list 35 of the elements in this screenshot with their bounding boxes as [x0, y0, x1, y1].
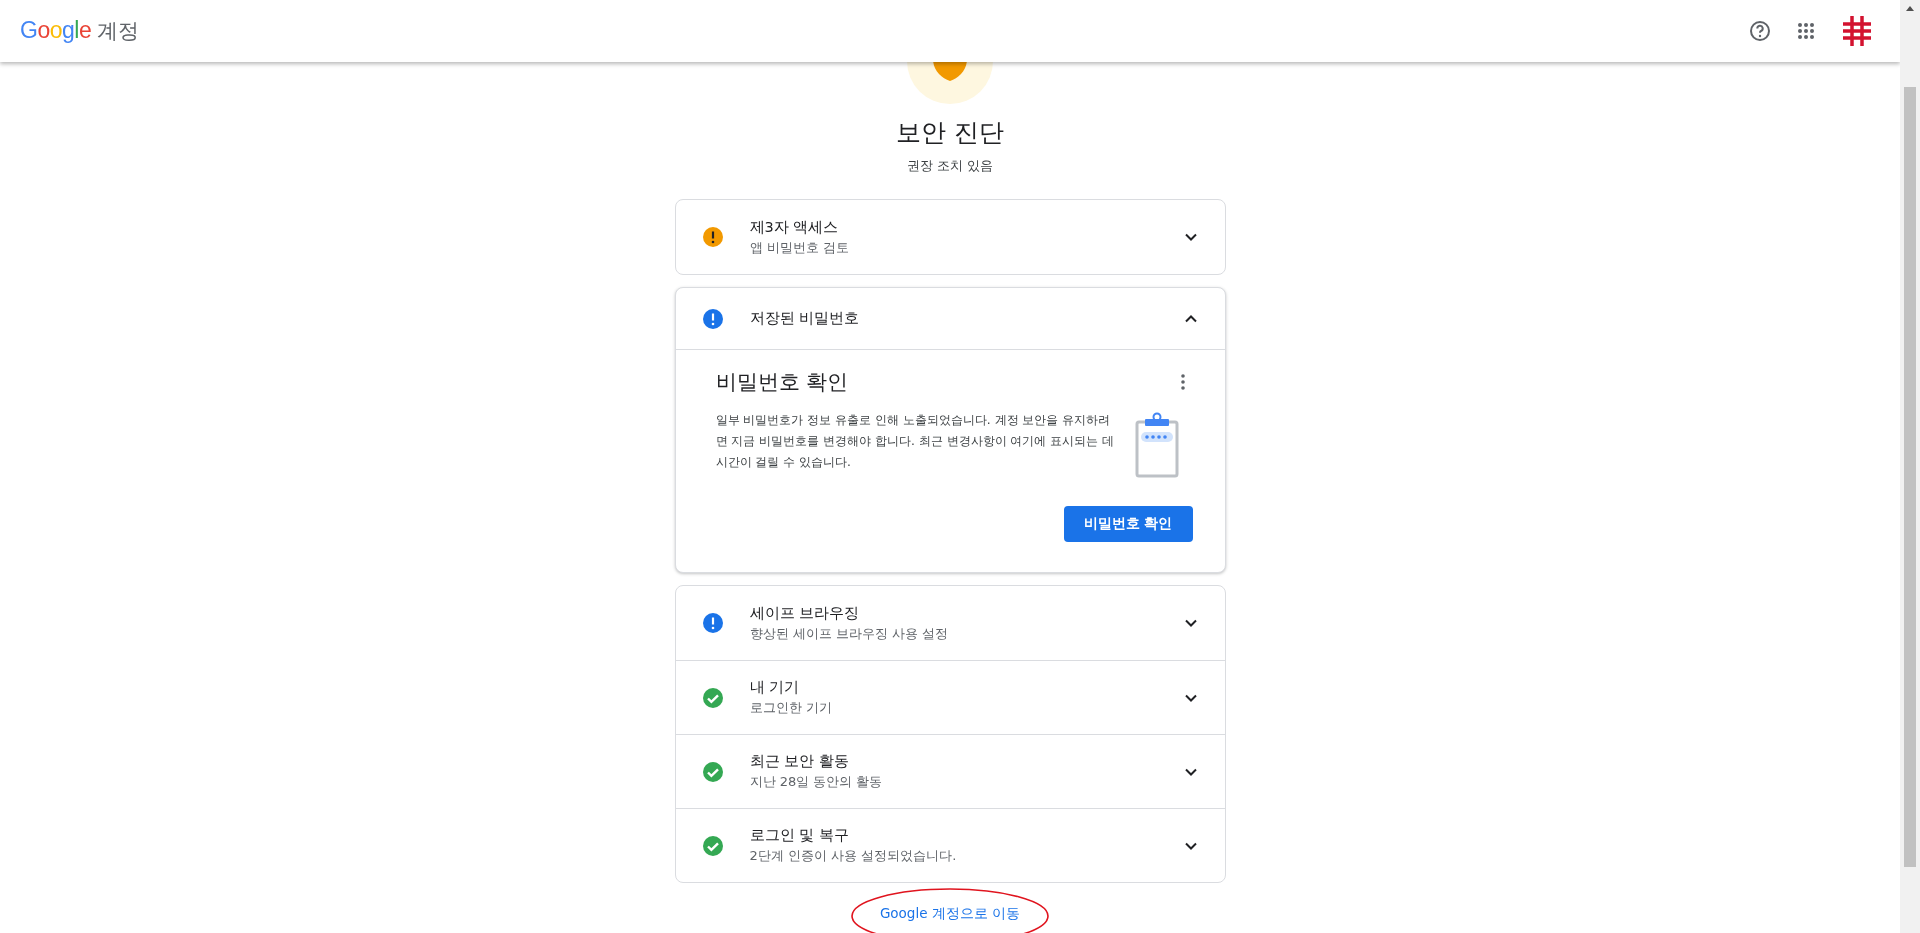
check-icon: [701, 686, 724, 709]
check-passwords-button[interactable]: 비밀번호 확인: [1063, 506, 1193, 542]
section-row[interactable]: 내 기기 로그인한 기기: [675, 660, 1225, 734]
scrollbar-thumb[interactable]: [1904, 87, 1916, 867]
detail-title: 비밀번호 확인: [715, 369, 849, 396]
section-row[interactable]: 로그인 및 복구 2단계 인증이 사용 설정되었습니다.: [675, 808, 1225, 882]
check-icon: [701, 760, 724, 783]
check-icon: [701, 834, 724, 857]
detail-description: 일부 비밀번호가 정보 유출로 인해 노출되었습니다. 계정 보안을 유지하려면 지금 비밀번호를 변경해야 합니다. 최근 변경사항이 여기에 표시되는 데 시간이 걸릴 수 있습니다.: [715, 412, 1116, 471]
section-row[interactable]: 제3자 액세스 앱 비밀번호 검토: [675, 200, 1225, 274]
google-logo[interactable]: Google: [20, 17, 92, 44]
shield-icon: [930, 62, 970, 82]
section-row[interactable]: 세이프 브라우징 향상된 세이프 브라우징 사용 설정: [675, 586, 1225, 660]
warning-icon: [701, 226, 724, 248]
row-subtitle: 앱 비밀번호 검토: [749, 238, 850, 257]
row-subtitle: 지난 28일 동안의 활동: [749, 773, 884, 791]
section-row[interactable]: 최근 보안 활동 지난 28일 동안의 활동: [675, 734, 1225, 808]
alert-icon: [701, 612, 724, 634]
row-subtitle: 향상된 세이프 브라우징 사용 설정: [749, 624, 950, 643]
page-subtitle: 권장 조치 있음: [906, 157, 994, 175]
clipboard-password-drawing: [1134, 412, 1179, 478]
section-row[interactable]: 저장된 비밀번호: [675, 288, 1225, 350]
row-title: 제3자 액세스: [749, 217, 840, 237]
alert-icon: [701, 307, 724, 330]
row-title: 저장된 비밀번호: [749, 309, 861, 328]
row-title: 내 기기: [749, 678, 801, 697]
row-subtitle: 로그인한 기기: [749, 699, 833, 717]
row-title: 세이프 브라우징: [749, 603, 861, 623]
help-icon[interactable]: [1748, 19, 1772, 43]
row-title: 로그인 및 복구: [749, 826, 850, 845]
page-title: 보안 진단: [896, 117, 1004, 149]
account-avatar[interactable]: [1840, 14, 1874, 48]
row-subtitle: 2단계 인증이 사용 설정되었습니다.: [749, 847, 958, 865]
row-title: 최근 보안 활동: [749, 752, 850, 771]
product-name: 계정: [97, 18, 140, 45]
